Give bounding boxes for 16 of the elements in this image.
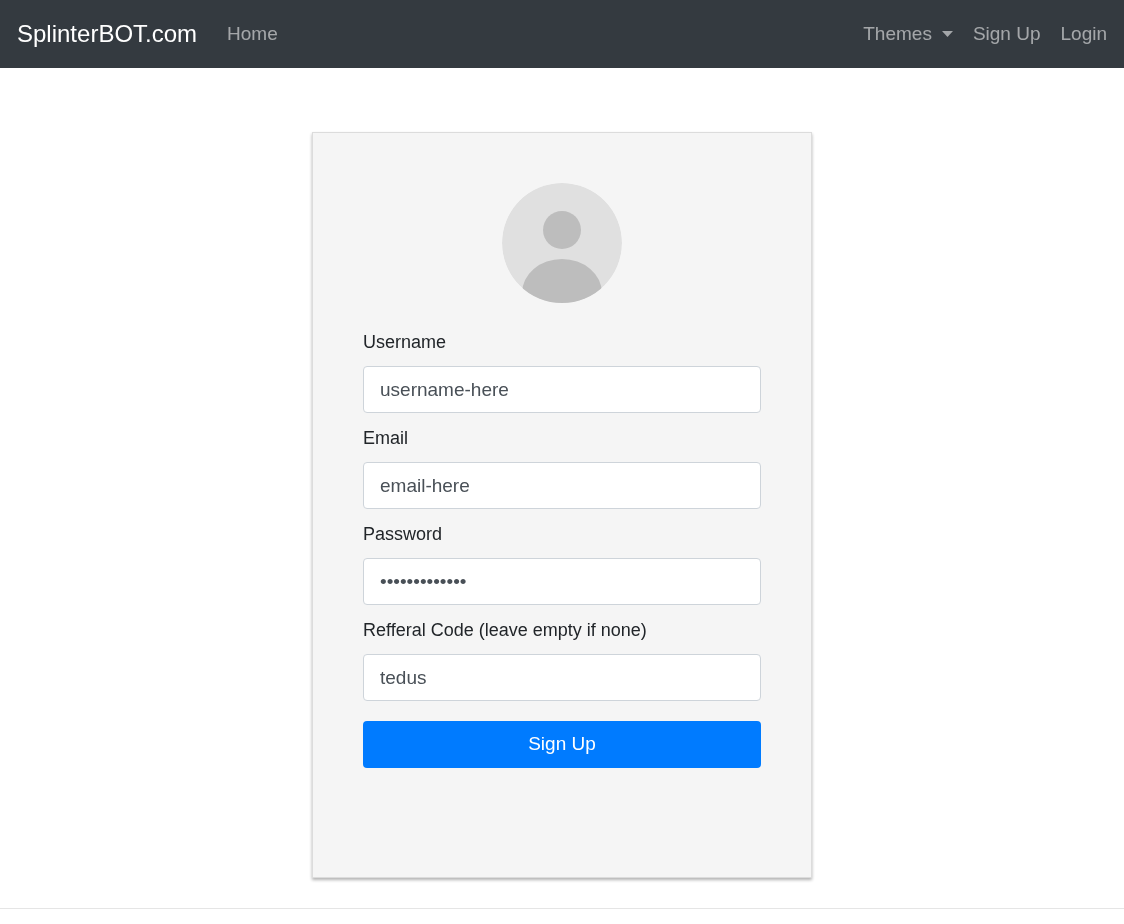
field-label: Username (363, 331, 448, 353)
field-label: Email (363, 427, 409, 449)
input-field[interactable]: email-here (363, 462, 761, 509)
field-label: Refferal Code (leave empty if none) (363, 619, 648, 641)
input-field[interactable]: username-here (363, 366, 761, 413)
field-label: Password (363, 523, 444, 545)
nav-link[interactable]: Login (1060, 19, 1107, 49)
caret-icon (941, 31, 953, 37)
input-field[interactable]: tedus (363, 654, 761, 701)
nav-link[interactable]: Sign Up (972, 19, 1041, 49)
nav-link[interactable]: Home (227, 19, 278, 49)
sign-up-button[interactable]: Sign Up (363, 721, 761, 768)
brand-link[interactable]: SplinterBOT.com (17, 16, 198, 52)
input-field[interactable]: ••••••••••••• (363, 558, 761, 605)
avatar-icon (502, 183, 622, 303)
themes-dropdown[interactable]: Themes (863, 19, 953, 49)
